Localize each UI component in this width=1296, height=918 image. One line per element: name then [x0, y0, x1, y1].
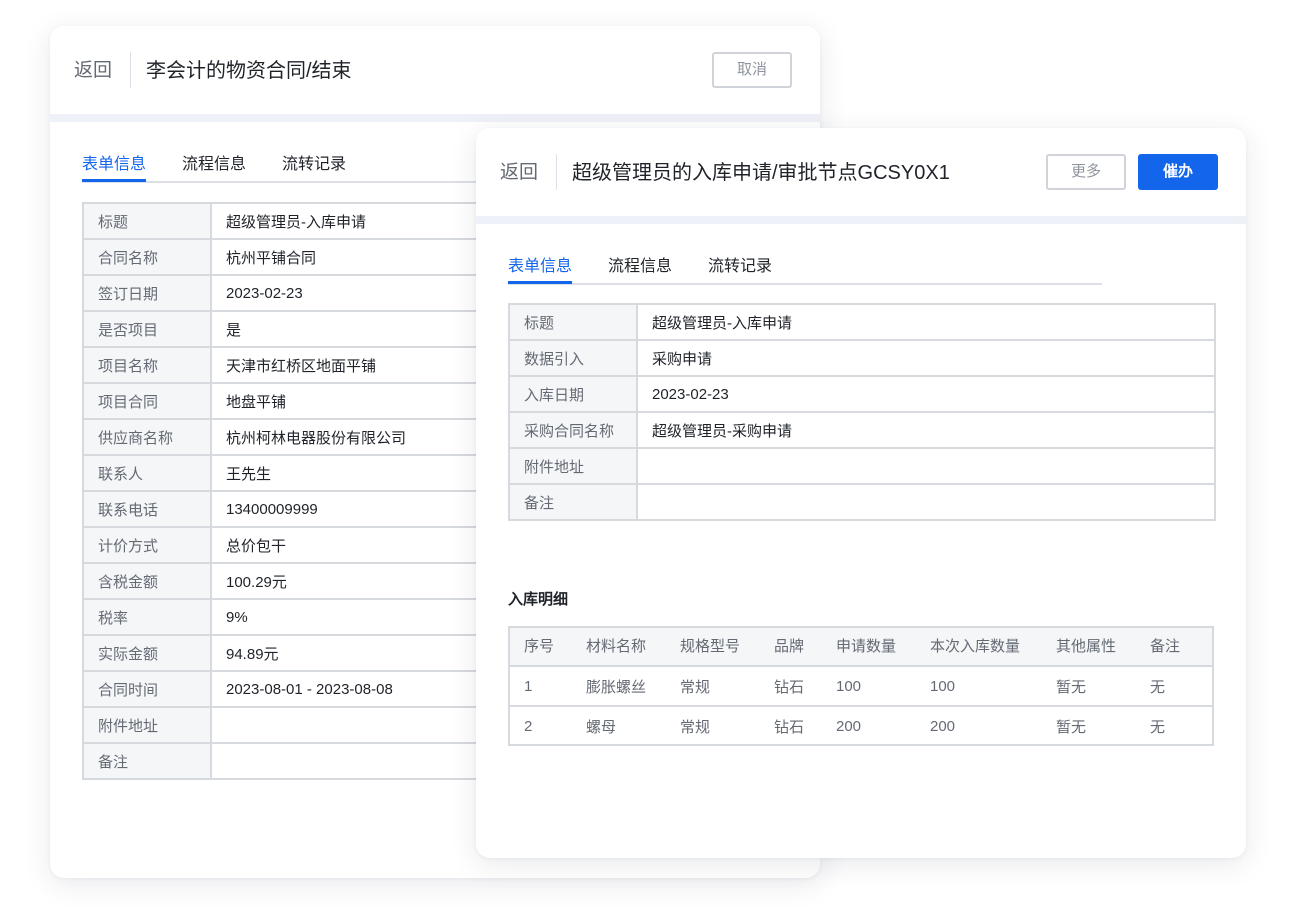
table-cell: 100 [820, 665, 914, 706]
page-title: 超级管理员的入库申请/审批节点GCSY0X1 [572, 162, 950, 184]
field-label: 联系电话 [82, 490, 212, 528]
tab-transfer-record[interactable]: 流转记录 [282, 154, 346, 176]
table-cell: 暂无 [1040, 665, 1134, 706]
field-label: 供应商名称 [82, 418, 212, 456]
cancel-button[interactable]: 取消 [712, 52, 792, 88]
column-header: 本次入库数量 [914, 626, 1040, 666]
table-cell: 暂无 [1040, 705, 1134, 746]
field-label: 联系人 [82, 454, 212, 492]
table-cell: 100 [914, 665, 1040, 706]
field-label: 标题 [508, 303, 638, 341]
column-header: 品牌 [758, 626, 820, 666]
table-cell: 常规 [664, 665, 758, 706]
tab-process-info[interactable]: 流程信息 [182, 154, 246, 176]
field-label: 附件地址 [82, 706, 212, 744]
field-value [636, 483, 1216, 521]
field-label: 是否项目 [82, 310, 212, 348]
field-label: 含税金额 [82, 562, 212, 600]
urge-button[interactable]: 催办 [1138, 154, 1218, 190]
stock-in-approval-panel: 返回 超级管理员的入库申请/审批节点GCSY0X1 更多 催办 表单信息 流程信… [476, 128, 1246, 858]
form-row: 备注 [508, 483, 1216, 521]
form-row: 采购合同名称 超级管理员-采购申请 [508, 411, 1216, 449]
header-divider [556, 154, 557, 190]
panel-header: 返回 李会计的物资合同/结束 取消 [50, 26, 820, 122]
tab-process-info[interactable]: 流程信息 [608, 256, 672, 278]
table-cell: 膨胀螺丝 [570, 665, 664, 706]
table-row: 2 螺母 常规 钻石 200 200 暂无无 [508, 705, 1214, 746]
table-cell: 200 [914, 705, 1040, 746]
table-cell: 无 [1134, 705, 1214, 746]
column-header: 其他属性 [1040, 626, 1134, 666]
page-title: 李会计的物资合同/结束 [146, 60, 352, 82]
field-label: 税率 [82, 598, 212, 636]
stock-in-form-table: 标题 超级管理员-入库申请 数据引入 采购申请 入库日期 2023-02-23 采购合同名称… [508, 303, 1216, 521]
field-label: 合同时间 [82, 670, 212, 708]
field-label: 签订日期 [82, 274, 212, 312]
field-label: 备注 [508, 483, 638, 521]
tab-form-info[interactable]: 表单信息 [508, 256, 573, 284]
field-value: 2023-02-23 [636, 375, 1216, 413]
field-value: 超级管理员-入库申请 [636, 303, 1216, 341]
back-link[interactable]: 返回 [74, 59, 112, 83]
field-label: 计价方式 [82, 526, 212, 564]
table-cell: 钻石 [758, 705, 820, 746]
tab-bar: 表单信息 流程信息 流转记录 [508, 256, 1102, 285]
column-header: 规格型号 [664, 626, 758, 666]
table-cell: 无 [1134, 665, 1214, 706]
form-row: 数据引入 采购申请 [508, 339, 1216, 377]
back-link[interactable]: 返回 [500, 161, 538, 185]
table-cell: 1 [508, 665, 570, 706]
tab-transfer-record[interactable]: 流转记录 [708, 256, 772, 278]
form-row: 标题 超级管理员-入库申请 [508, 303, 1216, 341]
panel-header: 返回 超级管理员的入库申请/审批节点GCSY0X1 更多 催办 [476, 128, 1246, 224]
table-cell: 常规 [664, 705, 758, 746]
column-header: 材料名称 [570, 626, 664, 666]
field-label: 实际金额 [82, 634, 212, 672]
field-label: 数据引入 [508, 339, 638, 377]
table-cell: 螺母 [570, 705, 664, 746]
table-cell: 2 [508, 705, 570, 746]
field-label: 入库日期 [508, 375, 638, 413]
table-row: 1 膨胀螺丝 常规 钻石 100 100 暂无无 [508, 665, 1214, 706]
more-button[interactable]: 更多 [1046, 154, 1126, 190]
tab-form-info[interactable]: 表单信息 [82, 154, 147, 182]
field-value: 采购申请 [636, 339, 1216, 377]
field-label: 标题 [82, 202, 212, 240]
table-header-row: 序号 材料名称 规格型号 品牌 申请数量 本次入库数量 其他属性 备注 [508, 626, 1214, 666]
detail-section-title: 入库明细 [508, 591, 569, 608]
column-header: 备注 [1134, 626, 1214, 666]
column-header: 序号 [508, 626, 570, 666]
form-row: 入库日期 2023-02-23 [508, 375, 1216, 413]
field-label: 备注 [82, 742, 212, 780]
field-label: 项目名称 [82, 346, 212, 384]
field-label: 采购合同名称 [508, 411, 638, 449]
header-divider [130, 52, 131, 88]
field-value: 超级管理员-采购申请 [636, 411, 1216, 449]
table-cell: 钻石 [758, 665, 820, 706]
field-label: 项目合同 [82, 382, 212, 420]
column-header: 申请数量 [820, 626, 914, 666]
field-value [636, 447, 1216, 485]
field-label: 附件地址 [508, 447, 638, 485]
form-row: 附件地址 [508, 447, 1216, 485]
table-cell: 200 [820, 705, 914, 746]
stock-in-detail-table: 序号 材料名称 规格型号 品牌 申请数量 本次入库数量 其他属性 备注 1 膨胀螺丝 常规 钻石 10… [508, 626, 1214, 746]
field-label: 合同名称 [82, 238, 212, 276]
